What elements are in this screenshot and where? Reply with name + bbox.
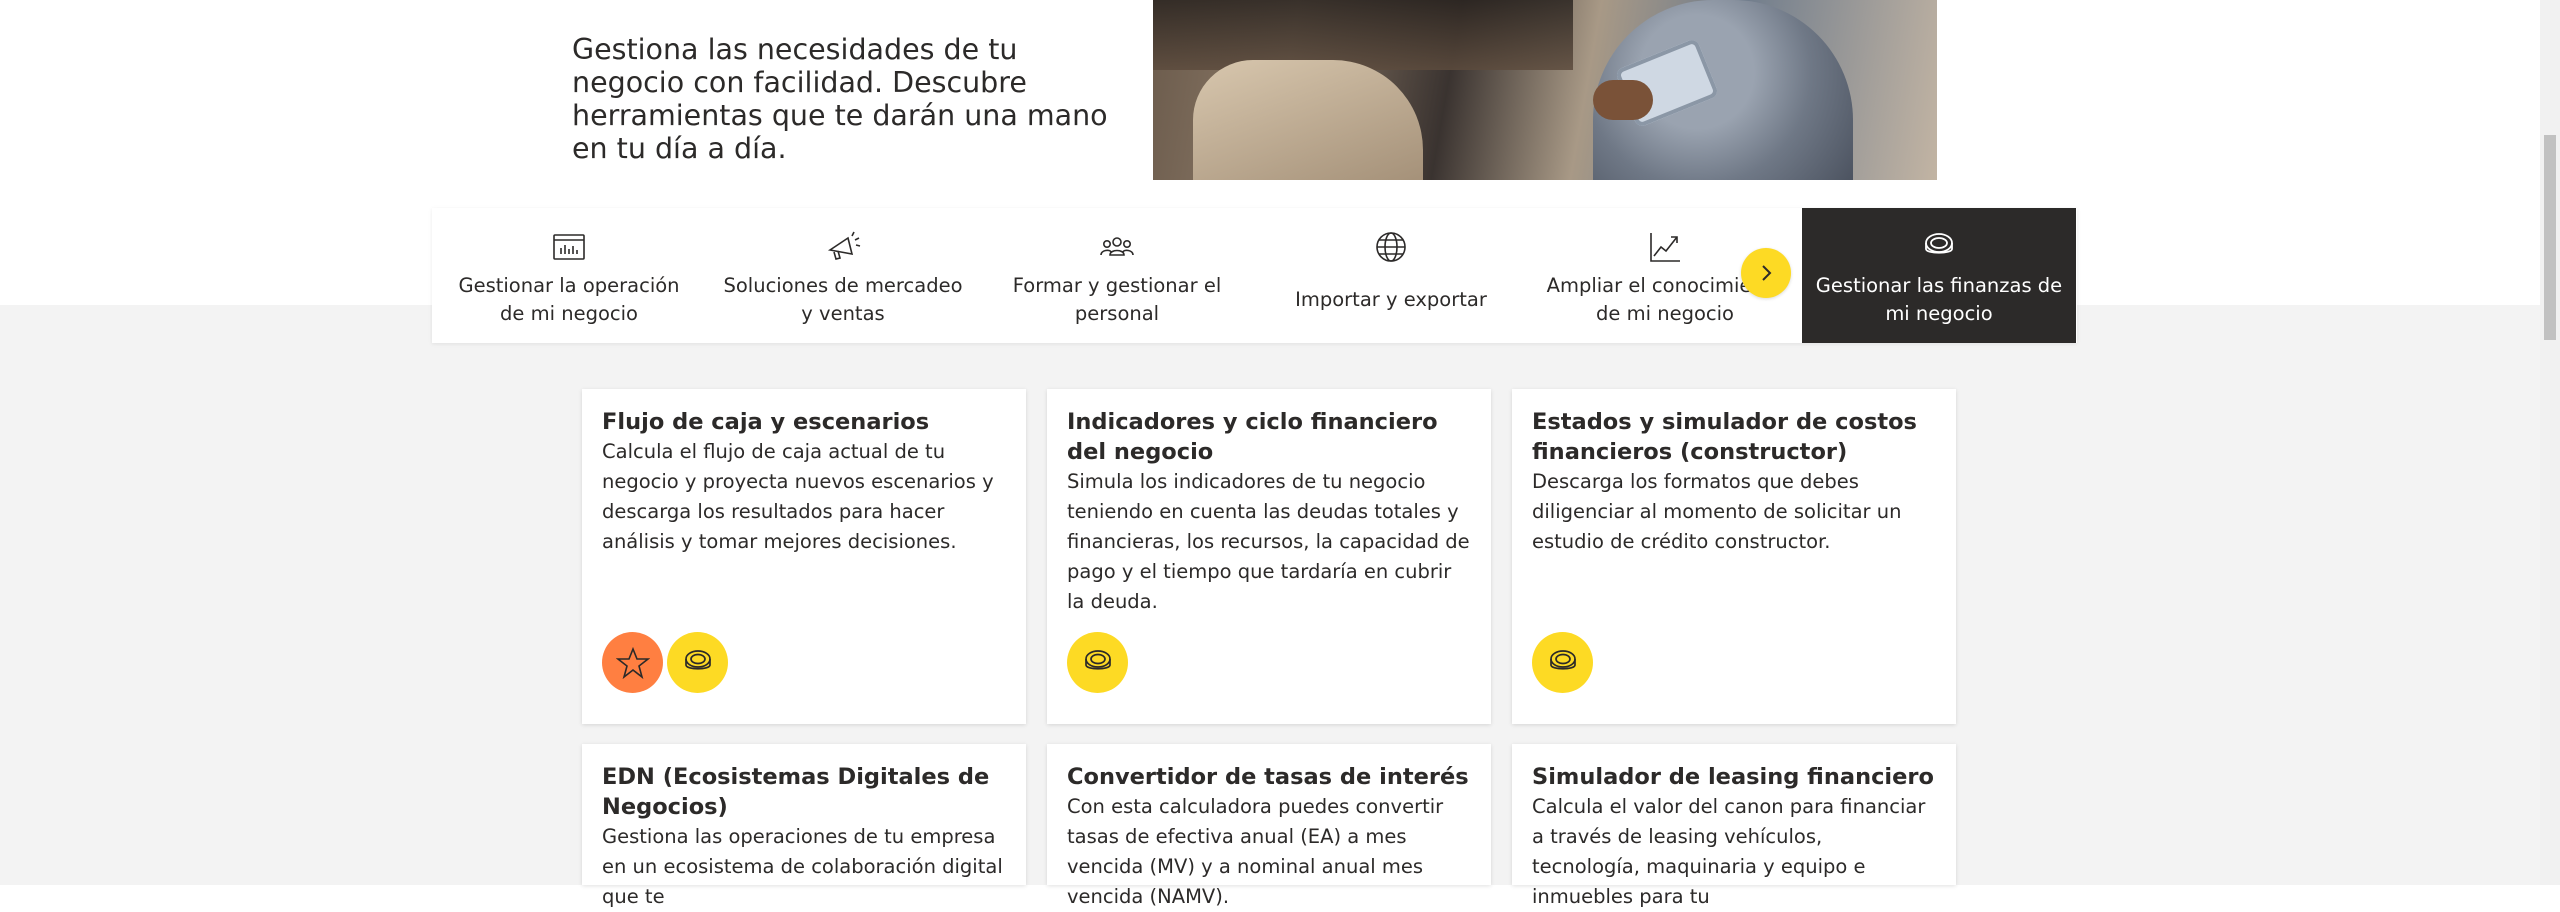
category-personal[interactable]: Formar y gestionar el personal <box>980 208 1254 343</box>
scrollbar-thumb[interactable] <box>2544 135 2556 340</box>
card-title: EDN (Ecosistemas Digitales de Negocios) <box>602 764 990 820</box>
card-description: Con esta calculadora puedes convertir ta… <box>1067 795 1444 908</box>
globe-icon <box>1372 228 1410 266</box>
coins-icon <box>1067 632 1128 693</box>
megaphone-icon <box>824 228 862 266</box>
tool-card-indicadores[interactable]: Indicadores y ciclo financiero del negoc… <box>1047 389 1491 724</box>
carousel-next-button[interactable] <box>1741 248 1791 298</box>
coins-icon <box>1532 632 1593 693</box>
dashboard-icon <box>550 228 588 266</box>
card-badges <box>602 632 728 693</box>
category-label: Importar y exportar <box>1295 288 1487 311</box>
growth-chart-icon <box>1646 228 1684 266</box>
hero-description: Gestiona las necesidades de tu negocio c… <box>572 33 1108 165</box>
card-title: Estados y simulador de costos financiero… <box>1532 409 1917 465</box>
hero-image <box>1153 0 1937 180</box>
tool-card-estados-simulador[interactable]: Estados y simulador de costos financiero… <box>1512 389 1956 724</box>
star-icon <box>602 632 663 693</box>
category-label: Soluciones de mercadeo y ventas <box>723 274 963 325</box>
card-description: Descarga los formatos que debes diligenc… <box>1532 470 1902 553</box>
chevron-right-icon <box>1762 265 1772 281</box>
page-scrollbar[interactable] <box>2540 0 2560 885</box>
category-label: Formar y gestionar el personal <box>1012 274 1222 325</box>
category-label: Gestionar las finanzas de mi negocio <box>1815 274 2063 325</box>
card-description: Gestiona las operaciones de tu empresa e… <box>602 825 1003 908</box>
category-carousel: Gestionar la operación de mi negocio Sol… <box>432 208 2077 343</box>
category-mercadeo[interactable]: Soluciones de mercadeo y ventas <box>706 208 980 343</box>
tool-card-edn[interactable]: EDN (Ecosistemas Digitales de Negocios) … <box>582 744 1026 908</box>
category-finanzas[interactable]: Gestionar las finanzas de mi negocio <box>1802 208 2076 343</box>
card-title: Simulador de leasing financiero <box>1532 764 1934 790</box>
category-operacion[interactable]: Gestionar la operación de mi negocio <box>432 208 706 343</box>
team-icon <box>1098 228 1136 266</box>
category-importar[interactable]: Importar y exportar <box>1254 208 1528 343</box>
tool-card-flujo-caja[interactable]: Flujo de caja y escenarios Calcula el fl… <box>582 389 1026 724</box>
card-description: Calcula el flujo de caja actual de tu ne… <box>602 440 994 553</box>
card-badges <box>1532 632 1593 693</box>
coins-icon <box>667 632 728 693</box>
card-title: Flujo de caja y escenarios <box>602 409 930 435</box>
category-label: Gestionar la operación de mi negocio <box>458 274 680 325</box>
coins-icon <box>1920 228 1958 266</box>
tool-card-leasing[interactable]: Simulador de leasing financiero Calcula … <box>1512 744 1956 908</box>
card-description: Simula los indicadores de tu negocio ten… <box>1067 470 1470 613</box>
card-badges <box>1067 632 1128 693</box>
card-description: Calcula el valor del canon para financia… <box>1532 795 1926 908</box>
tool-card-convertidor-tasas[interactable]: Convertidor de tasas de interés Con esta… <box>1047 744 1491 908</box>
card-title: Indicadores y ciclo financiero del negoc… <box>1067 409 1438 465</box>
card-title: Convertidor de tasas de interés <box>1067 764 1469 790</box>
